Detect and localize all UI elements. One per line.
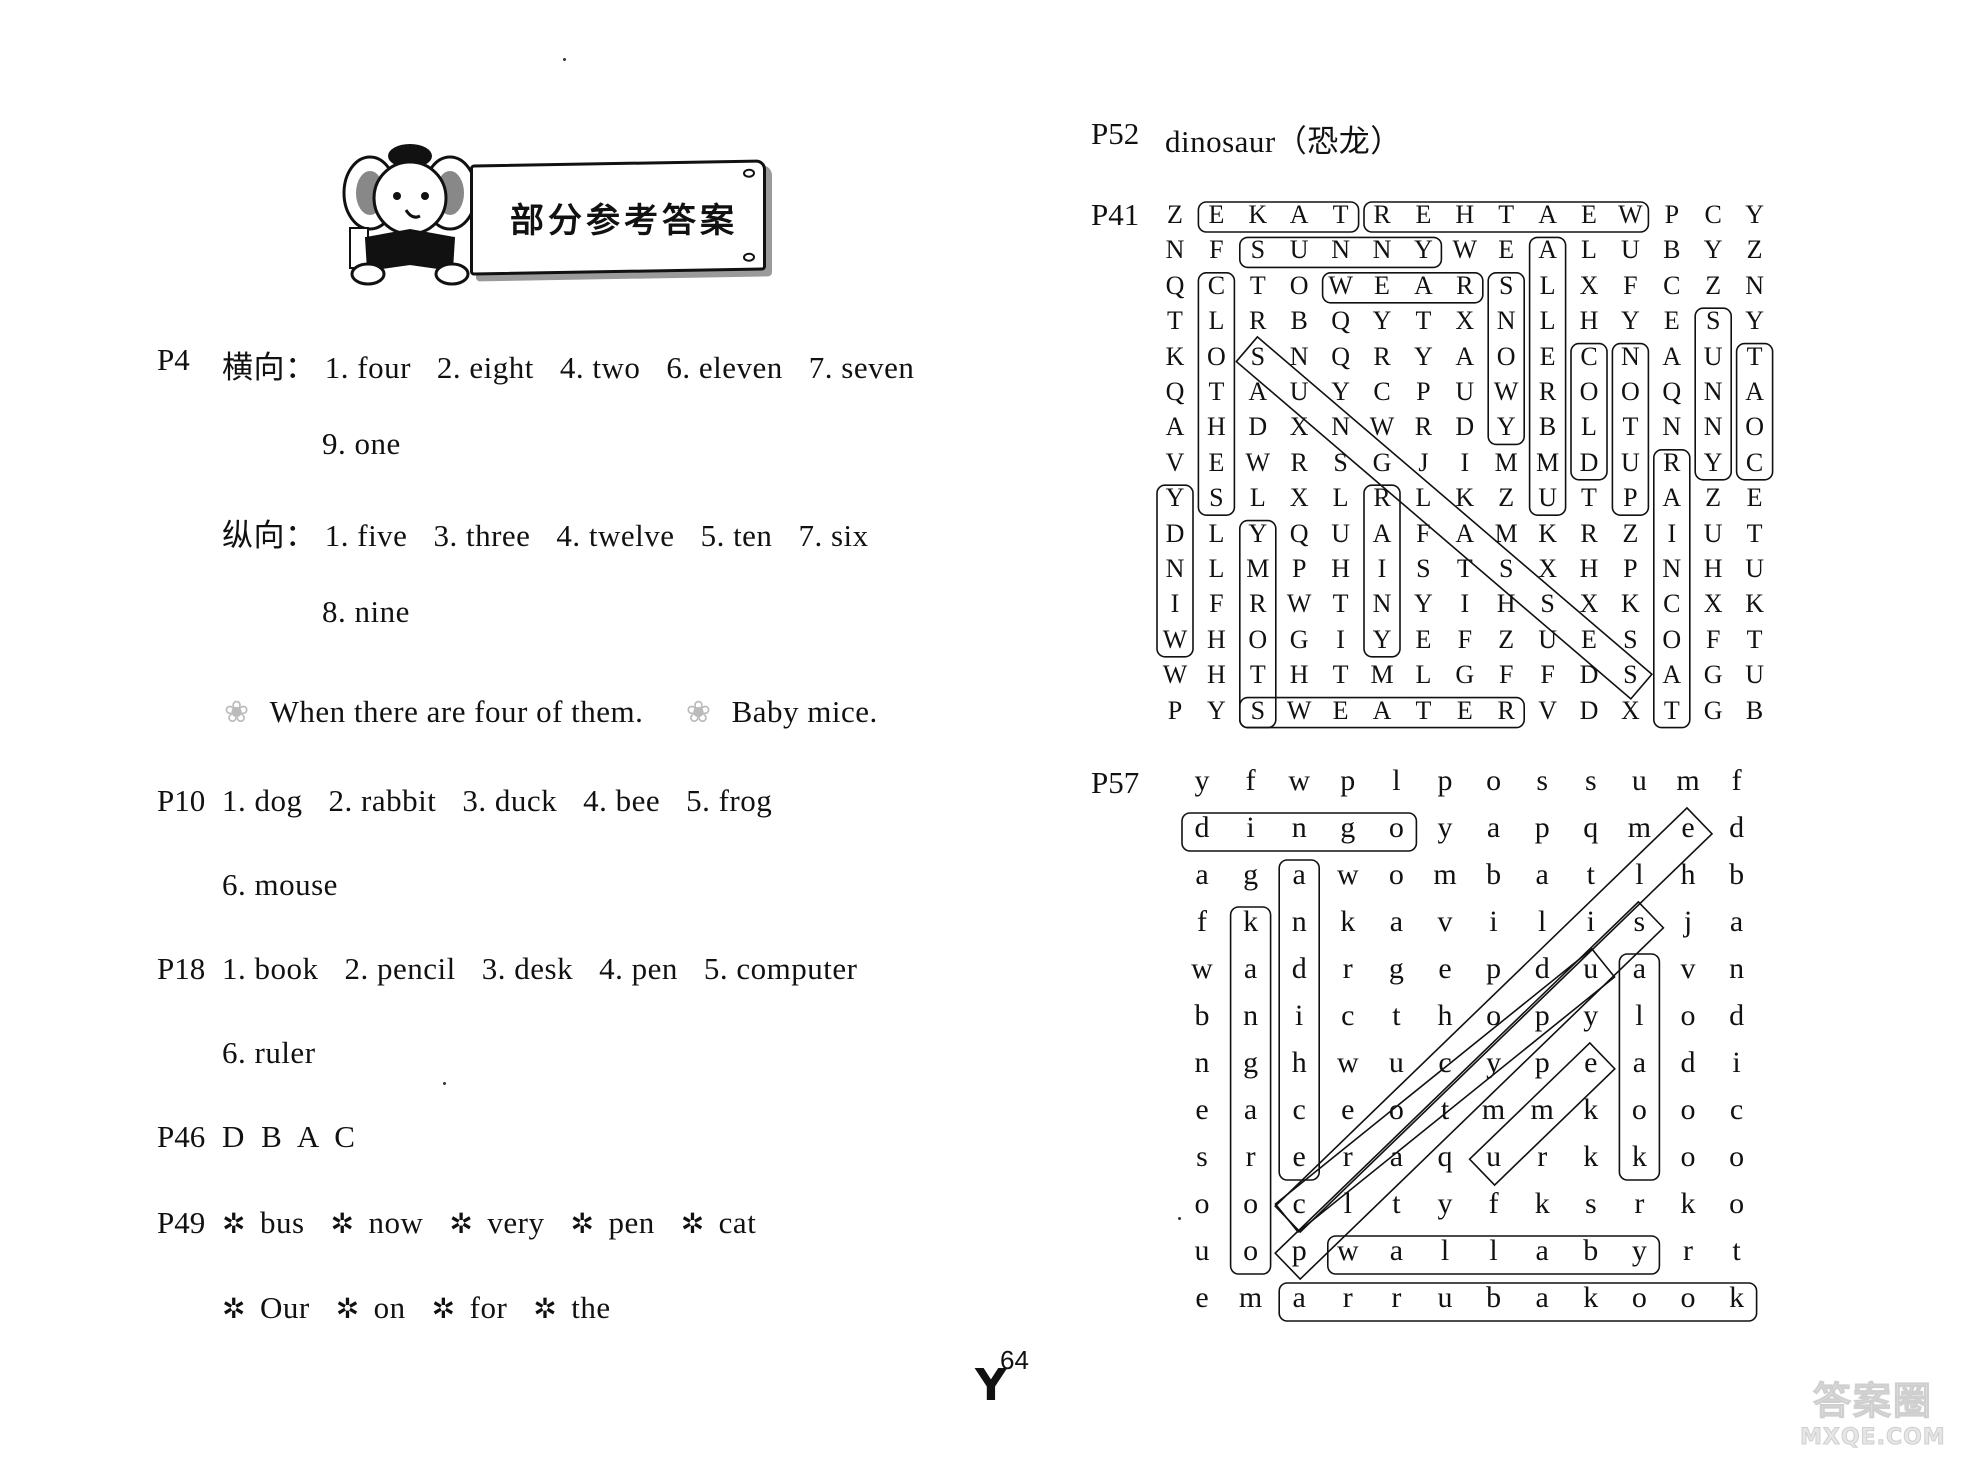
speck: [1178, 1217, 1181, 1220]
found-word-outline: [1468, 1041, 1616, 1187]
found-word-outline: [1229, 906, 1272, 1275]
found-word-outlines: [1181, 806, 1758, 1322]
found-word-outline: [1618, 953, 1661, 1181]
found-word-outline: [1327, 1235, 1661, 1275]
found-word-outline: [1181, 812, 1418, 852]
page-number: 64: [1000, 1345, 1029, 1375]
found-word-outline: [1274, 947, 1616, 1234]
watermark-cn: 答案圈: [1812, 1379, 1933, 1424]
found-word-outline: [1274, 806, 1714, 1234]
watermark: 答案圈 MXQE.COM: [1800, 1370, 1946, 1451]
found-word-outline: [1278, 1282, 1758, 1322]
found-word-outline: [1274, 900, 1665, 1281]
found-word-outline: [1278, 859, 1320, 1181]
watermark-en: MXQE.COM: [1800, 1425, 1946, 1451]
